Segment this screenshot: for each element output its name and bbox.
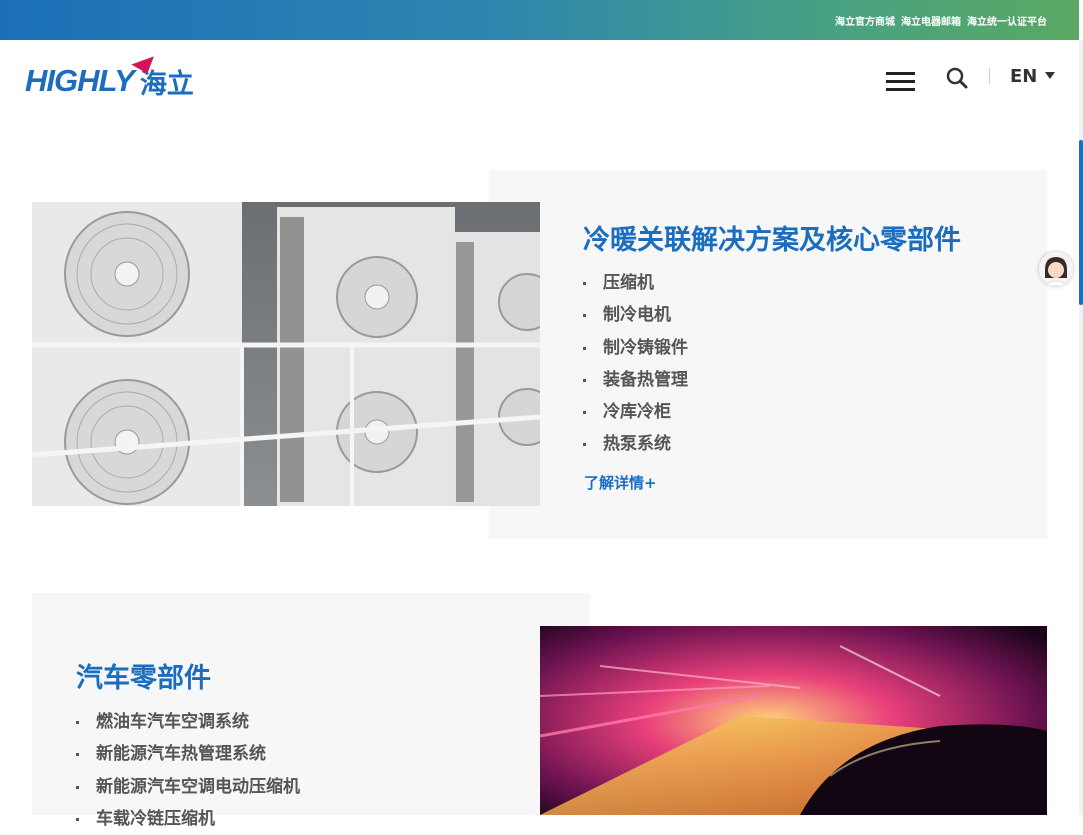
top-utility-bar: 海立官方商城 海立电器邮箱 海立统一认证平台: [0, 0, 1079, 40]
top-link-mall[interactable]: 海立官方商城: [835, 13, 895, 28]
list-item[interactable]: 压缩机: [583, 267, 688, 299]
hvac-units-image: [32, 202, 540, 506]
section-title-hvac: 冷暖关联解决方案及核心零部件: [583, 225, 961, 256]
list-item[interactable]: 制冷铸锻件: [583, 332, 688, 364]
chevron-down-icon: [1045, 71, 1056, 79]
list-item[interactable]: 新能源汽车热管理系统: [76, 738, 300, 770]
list-item[interactable]: 制冷电机: [583, 299, 688, 331]
site-logo[interactable]: HIGHLY 海立: [25, 56, 194, 100]
list-item[interactable]: 燃油车汽车空调系统: [76, 706, 300, 738]
learn-more-link[interactable]: 了解详情+: [584, 472, 657, 493]
automotive-product-list: 燃油车汽车空调系统 新能源汽车热管理系统 新能源汽车空调电动压缩机 车载冷链压缩…: [76, 706, 300, 835]
language-label: EN: [1010, 66, 1038, 87]
customer-service-avatar-icon[interactable]: [1039, 252, 1073, 286]
list-item[interactable]: 新能源汽车空调电动压缩机: [76, 771, 300, 803]
list-item[interactable]: 热泵系统: [583, 428, 688, 460]
hvac-product-list: 压缩机 制冷电机 制冷铸锻件 装备热管理 冷库冷柜 热泵系统: [583, 267, 688, 461]
hamburger-menu-icon[interactable]: [886, 72, 915, 92]
list-item[interactable]: 车载冷链压缩机: [76, 803, 300, 835]
top-link-mail[interactable]: 海立电器邮箱: [901, 13, 961, 28]
list-item[interactable]: 装备热管理: [583, 364, 688, 396]
scrollbar-thumb[interactable]: [1079, 140, 1083, 305]
list-item[interactable]: 冷库冷柜: [583, 396, 688, 428]
header-divider: [989, 68, 990, 84]
top-link-sso[interactable]: 海立统一认证平台: [967, 13, 1047, 28]
logo-text-en: HIGHLY: [25, 63, 135, 98]
section-title-automotive: 汽车零部件: [76, 663, 211, 694]
top-links: 海立官方商城 海立电器邮箱 海立统一认证平台: [835, 0, 1047, 40]
speeding-car-image: [540, 626, 1047, 815]
search-icon[interactable]: [945, 66, 969, 90]
language-switcher[interactable]: EN: [1010, 66, 1056, 87]
